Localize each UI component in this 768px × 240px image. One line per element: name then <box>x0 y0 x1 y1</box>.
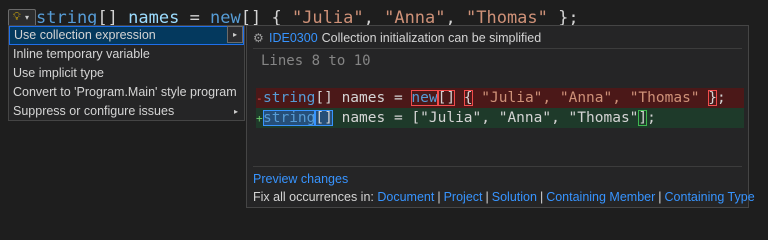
code-token-strings: "Julia", "Anna", "Thomas" <box>472 90 700 106</box>
menu-item-label: Suppress or configure issues <box>13 104 175 118</box>
submenu-arrow-icon: ▸ <box>233 107 238 116</box>
removed-brace-highlight: } <box>708 90 718 106</box>
removed-new-highlight: new <box>411 90 438 106</box>
diff-added-line: +string[] names = ["Julia", "Anna", "Tho… <box>256 108 744 128</box>
menu-item-label: Use collection expression <box>14 28 156 42</box>
separator: | <box>485 190 489 204</box>
fix-all-document-link[interactable]: Document <box>377 190 434 204</box>
menu-item-use-implicit-type[interactable]: Use implicit type <box>9 64 244 83</box>
removed-brace-highlight: { <box>463 90 473 106</box>
chevron-down-icon: ▾ <box>25 13 30 22</box>
submenu-arrow-icon[interactable]: ▸ <box>227 26 243 43</box>
code-token: ; <box>647 110 656 126</box>
diagnostic-code-link[interactable]: IDE0300 <box>269 31 318 45</box>
diagnostic-row: ⚙ IDE0300 Collection initialization can be… <box>253 29 541 47</box>
menu-item-suppress-or-configure[interactable]: Suppress or configure issues ▸ <box>9 102 244 121</box>
menu-item-convert-program-main[interactable]: Convert to 'Program.Main' style program <box>9 83 244 102</box>
separator: | <box>437 190 441 204</box>
fix-all-project-link[interactable]: Project <box>444 190 483 204</box>
menu-item-inline-temporary-variable[interactable]: Inline temporary variable <box>9 45 244 64</box>
preview-changes-link[interactable]: Preview changes <box>253 170 348 188</box>
diff-removed-line: -string[] names = new[] { "Julia", "Anna… <box>256 88 744 108</box>
divider <box>253 166 742 167</box>
fix-all-label: Fix all occurrences in: <box>253 190 374 204</box>
fix-all-containing-type-link[interactable]: Containing Type <box>665 190 755 204</box>
menu-item-label: Convert to 'Program.Main' style program <box>13 85 237 99</box>
divider <box>253 48 742 49</box>
lightbulb-icon: 💡︎ <box>13 11 21 23</box>
diagnostic-message: Collection initialization can be simplif… <box>321 31 542 45</box>
menu-item-label: Inline temporary variable <box>13 47 150 61</box>
code-token: [] names = <box>315 90 412 106</box>
added-marker: + <box>256 112 263 125</box>
menu-item-label: Use implicit type <box>13 66 104 80</box>
quick-actions-menu: Use collection expression ▸ Inline tempo… <box>8 25 245 121</box>
fix-all-containing-member-link[interactable]: Containing Member <box>546 190 655 204</box>
separator: | <box>539 190 544 204</box>
code-token: ; <box>717 90 726 106</box>
added-brackets-highlight: [] <box>315 110 333 126</box>
removed-bracket-highlight: [] <box>437 90 456 106</box>
code-token-type-highlight: string <box>263 110 316 126</box>
code-token-type: string <box>263 90 316 106</box>
menu-item-use-collection-expression[interactable]: Use collection expression ▸ <box>9 26 244 45</box>
fix-all-occurrences-row: Fix all occurrences in: Document | Project… <box>253 188 755 206</box>
gear-icon: ⚙ <box>253 31 264 45</box>
removed-marker: - <box>256 92 263 105</box>
code-token: names = ["Julia", "Anna", "Thomas" <box>332 110 639 126</box>
preview-panel: ⚙ IDE0300 Collection initialization can be… <box>246 25 755 208</box>
lines-range-label: Lines 8 to 10 <box>261 53 371 69</box>
separator: | <box>658 190 662 204</box>
added-bracket-highlight: ] <box>638 110 648 126</box>
fix-all-solution-link[interactable]: Solution <box>492 190 537 204</box>
